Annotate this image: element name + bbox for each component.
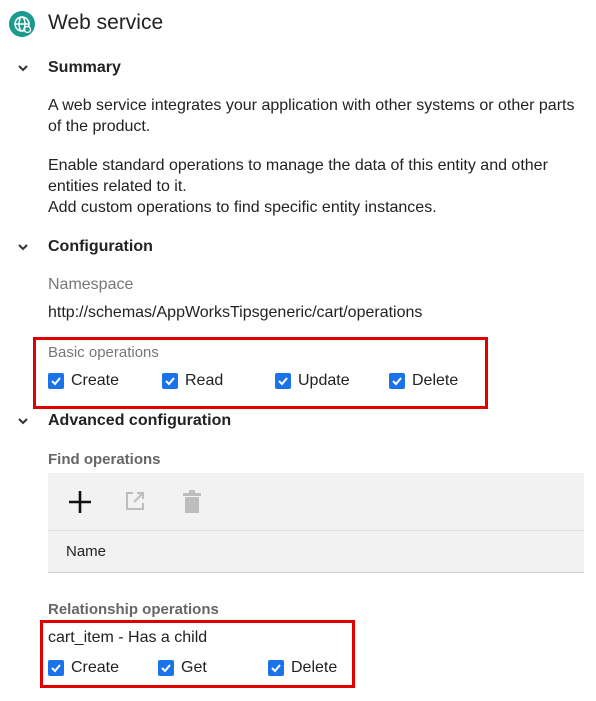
basic-read-label: Read — [185, 372, 224, 389]
summary-paragraph-3: Add custom operations to find specific e… — [48, 199, 437, 216]
delete-icon[interactable] — [182, 490, 202, 519]
find-operations-label: Find operations — [48, 451, 161, 468]
configuration-chevron-down-icon[interactable] — [16, 240, 30, 254]
relationship-delete-checkbox[interactable]: Delete — [268, 659, 337, 677]
basic-create-label: Create — [71, 372, 120, 389]
open-external-icon[interactable] — [124, 490, 146, 517]
namespace-label: Namespace — [48, 276, 134, 293]
checkbox-checked-icon — [162, 373, 178, 389]
basic-operations-label: Basic operations — [48, 344, 159, 361]
summary-title[interactable]: Summary — [48, 59, 121, 77]
checkbox-checked-icon — [48, 373, 64, 389]
basic-update-checkbox[interactable]: Update — [275, 372, 350, 390]
relationship-create-checkbox[interactable]: Create — [48, 659, 119, 677]
basic-update-label: Update — [298, 372, 350, 389]
name-column-header[interactable]: Name — [66, 543, 106, 560]
advanced-configuration-title[interactable]: Advanced configuration — [48, 412, 231, 430]
namespace-value: http://schemas/AppWorksTipsgeneric/cart/… — [48, 304, 423, 321]
advanced-chevron-down-icon[interactable] — [16, 414, 30, 428]
find-operations-toolbar — [48, 473, 584, 530]
find-operations-table-header: Name — [48, 530, 584, 573]
summary-paragraph-2: Enable standard operations to manage the… — [48, 157, 548, 195]
relationship-delete-label: Delete — [291, 659, 338, 676]
summary-chevron-down-icon[interactable] — [16, 61, 30, 75]
checkbox-checked-icon — [158, 660, 174, 676]
relationship-get-label: Get — [181, 659, 207, 676]
page-title: Web service — [48, 11, 164, 34]
add-icon[interactable] — [67, 489, 93, 520]
basic-read-checkbox[interactable]: Read — [162, 372, 223, 390]
checkbox-checked-icon — [48, 660, 64, 676]
web-service-icon — [9, 11, 35, 37]
relationship-create-label: Create — [71, 659, 120, 676]
checkbox-checked-icon — [389, 373, 405, 389]
checkbox-checked-icon — [275, 373, 291, 389]
configuration-title[interactable]: Configuration — [48, 238, 153, 256]
basic-delete-label: Delete — [412, 372, 459, 389]
basic-create-checkbox[interactable]: Create — [48, 372, 119, 390]
checkbox-checked-icon — [268, 660, 284, 676]
relationship-operations-label: Relationship operations — [48, 601, 219, 618]
summary-paragraph-1: A web service integrates your applicatio… — [48, 97, 575, 135]
relationship-name: cart_item - Has a child — [48, 629, 208, 646]
basic-delete-checkbox[interactable]: Delete — [389, 372, 458, 390]
relationship-get-checkbox[interactable]: Get — [158, 659, 207, 677]
